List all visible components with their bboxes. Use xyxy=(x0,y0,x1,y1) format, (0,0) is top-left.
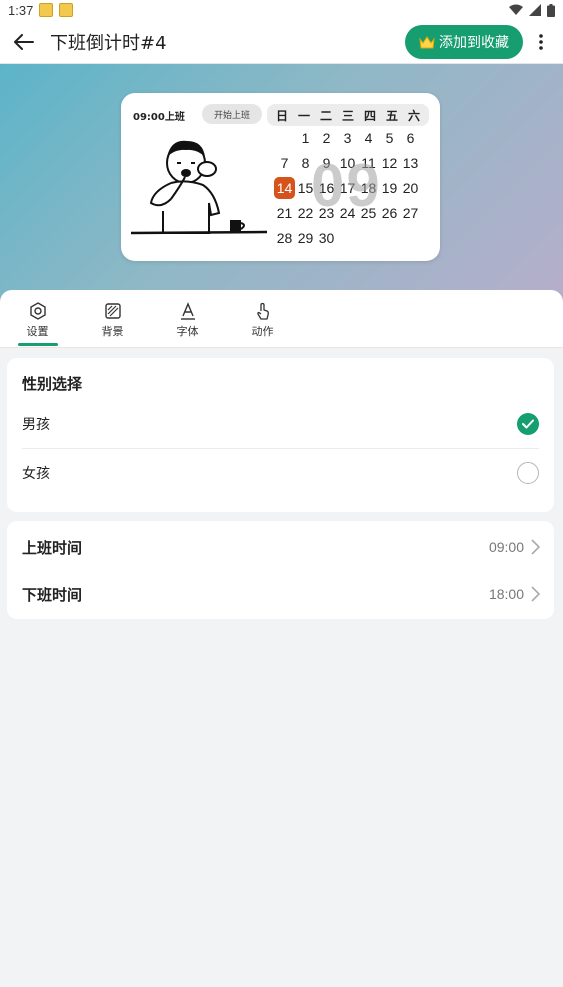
tab-font[interactable]: 字体 xyxy=(150,290,225,348)
hexagon-icon xyxy=(29,302,46,320)
calendar-day: 1 xyxy=(301,130,310,146)
radio-unchecked-icon[interactable] xyxy=(517,462,539,484)
more-vertical-icon xyxy=(539,33,543,50)
calendar-day: 10 xyxy=(339,155,356,171)
countdown-widget-preview[interactable]: 09:00上班 开始上班 日 一 二 三 四 五 六 1 2 3 4 5 6 7 8 9 10 11… xyxy=(121,93,440,261)
notification-icon xyxy=(39,3,54,17)
battery-icon xyxy=(547,3,555,17)
time-label: 上班时间 xyxy=(22,538,83,557)
back-button[interactable] xyxy=(10,28,38,56)
calendar-day: 28 xyxy=(276,230,293,246)
time-value: 18:00 xyxy=(488,586,524,602)
calendar-day: 21 xyxy=(276,205,293,221)
settings-tab-bar: 设置 背景 字体 动作 xyxy=(0,290,563,348)
calendar-day: 19 xyxy=(381,180,398,196)
work-start-label: 09:00上班 xyxy=(133,112,185,123)
calendar-day: 3 xyxy=(343,130,352,146)
weekday-label: 二 xyxy=(319,108,332,123)
calendar-day: 5 xyxy=(385,130,394,146)
calendar-day: 12 xyxy=(381,155,398,171)
calendar-day: 2 xyxy=(322,130,331,146)
calendar-weekday-header: 日 一 二 三 四 五 六 xyxy=(267,104,429,126)
radio-checked-icon[interactable] xyxy=(517,413,539,435)
background-pattern-icon xyxy=(104,303,121,319)
notification-icon xyxy=(59,3,74,17)
tap-hand-icon xyxy=(256,302,269,320)
calendar-day: 20 xyxy=(402,180,419,196)
calendar-day: 13 xyxy=(402,155,419,171)
start-work-button[interactable]: 开始上班 xyxy=(202,104,262,124)
option-label: 女孩 xyxy=(22,466,50,482)
calendar-day-today: 14 xyxy=(274,177,295,199)
work-start-time-row[interactable]: 上班时间 09:00 xyxy=(22,525,542,569)
crown-icon xyxy=(419,35,435,48)
tab-label: 设置 xyxy=(26,325,49,338)
checkmark-icon xyxy=(522,419,534,429)
calendar-day: 8 xyxy=(301,155,310,171)
tab-label: 字体 xyxy=(176,325,199,338)
calendar-day: 30 xyxy=(318,230,335,246)
status-time: 1:37 xyxy=(8,2,34,18)
time-value: 09:00 xyxy=(488,539,524,555)
option-label: 男孩 xyxy=(22,417,50,433)
signal-icon xyxy=(529,4,541,16)
gender-selection-card: 性别选择 男孩 女孩 xyxy=(7,358,554,512)
calendar-day: 22 xyxy=(297,205,314,221)
calendar-grid: 1 2 3 4 5 6 7 8 9 10 11 12 13 14 15 16 17 18 19 20 21 22 23 24 2… xyxy=(271,127,431,252)
work-time-card: 上班时间 09:00 下班时间 18:00 xyxy=(7,521,554,619)
status-bar: 1:37 xyxy=(0,0,563,20)
gender-option-girl[interactable]: 女孩 xyxy=(22,449,539,497)
calendar-day: 16 xyxy=(318,180,335,196)
yawning-man-illustration xyxy=(131,140,268,235)
active-tab-indicator xyxy=(17,343,58,346)
calendar-day: 6 xyxy=(406,130,415,146)
calendar-day: 9 xyxy=(322,155,331,171)
more-menu-button[interactable] xyxy=(529,28,553,56)
tab-label: 动作 xyxy=(251,325,274,338)
chevron-right-icon xyxy=(531,539,541,555)
weekday-label: 五 xyxy=(385,108,398,123)
weekday-label: 四 xyxy=(363,108,376,123)
calendar-day: 25 xyxy=(360,205,377,221)
wifi-icon xyxy=(509,4,523,15)
app-bar: 下班倒计时#4 添加到收藏 xyxy=(0,20,563,64)
back-arrow-icon xyxy=(14,33,34,50)
tab-label: 背景 xyxy=(101,325,124,338)
add-to-favorites-label: 添加到收藏 xyxy=(439,34,509,51)
weekday-label: 日 xyxy=(275,108,288,123)
tab-settings[interactable]: 设置 xyxy=(0,290,75,348)
calendar-day: 26 xyxy=(381,205,398,221)
work-end-time-row[interactable]: 下班时间 18:00 xyxy=(22,572,542,616)
time-label: 下班时间 xyxy=(22,585,83,604)
calendar-day: 17 xyxy=(339,180,356,196)
gender-option-boy[interactable]: 男孩 xyxy=(22,400,539,448)
calendar-day: 27 xyxy=(402,205,419,221)
calendar-day: 24 xyxy=(339,205,356,221)
calendar-day: 18 xyxy=(360,180,377,196)
calendar-day: 4 xyxy=(364,130,373,146)
calendar-day: 29 xyxy=(297,230,314,246)
calendar-day: 11 xyxy=(361,155,376,171)
tab-action[interactable]: 动作 xyxy=(225,290,300,348)
font-icon xyxy=(180,302,195,320)
calendar-day: 15 xyxy=(297,180,314,196)
weekday-label: 三 xyxy=(341,108,354,123)
add-to-favorites-button[interactable]: 添加到收藏 xyxy=(405,24,523,59)
weekday-label: 一 xyxy=(297,108,310,123)
chevron-right-icon xyxy=(531,586,541,602)
tab-background[interactable]: 背景 xyxy=(75,290,150,348)
gender-heading: 性别选择 xyxy=(22,375,83,393)
calendar-day: 23 xyxy=(318,205,335,221)
weekday-label: 六 xyxy=(407,108,420,123)
calendar-day: 7 xyxy=(280,155,289,171)
page-title: 下班倒计时#4 xyxy=(50,32,167,54)
